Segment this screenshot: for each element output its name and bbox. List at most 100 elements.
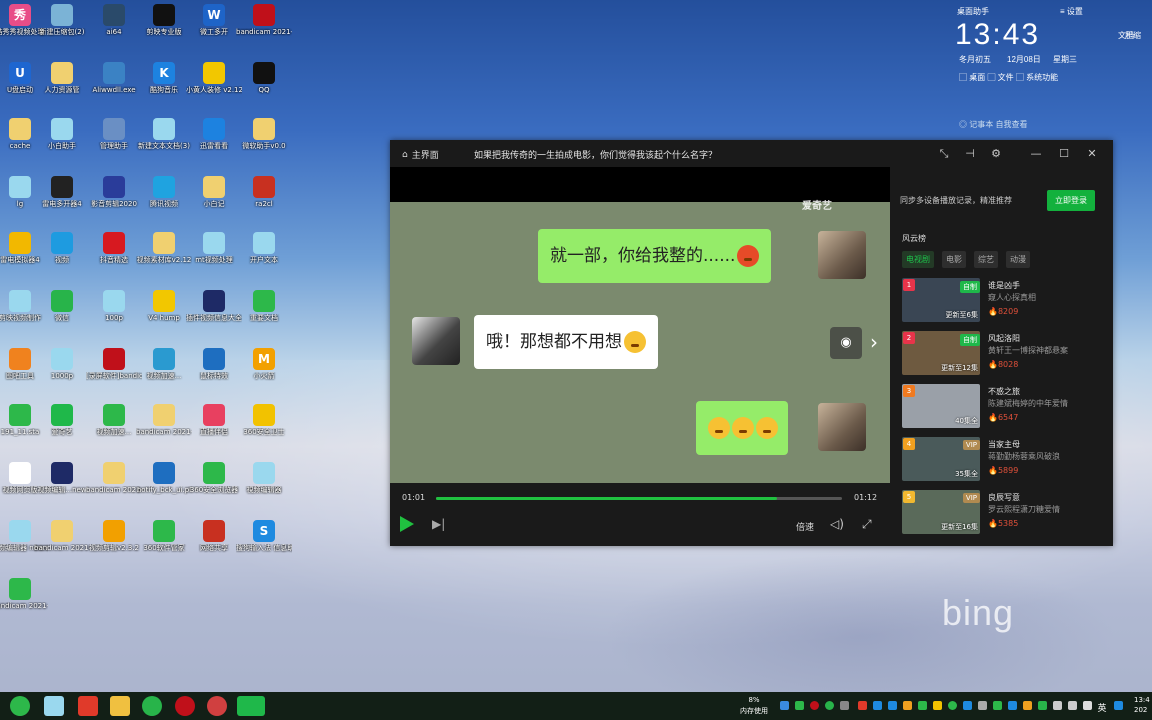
desktop-icon[interactable]: 新建文本文档(3) <box>136 118 192 151</box>
desktop-icon[interactable]: K 酷狗音乐 <box>136 62 192 95</box>
settings-gear-icon[interactable]: ⚙ <box>988 146 1004 162</box>
ranking-item[interactable]: 4 VIP 35集全 当家主母 蒋勤勤杨蓉乘风破浪 🔥5899 <box>902 437 1102 483</box>
desktop-icon[interactable]: ai64 <box>86 4 142 37</box>
tray-icon[interactable] <box>993 701 1002 710</box>
desktop-icon[interactable]: QQ <box>236 62 292 95</box>
speed-button[interactable]: 倍速 <box>796 520 814 533</box>
taskbar-notepad-icon[interactable] <box>44 696 64 716</box>
desktop-icon[interactable]: 重要文档 <box>236 290 292 323</box>
desktop-icon[interactable]: 雷电多开器4 <box>34 176 90 209</box>
desktop-icon[interactable]: 影音剪辑2020 <box>86 176 142 209</box>
desktop-icon[interactable]: 新建压缩包(2) <box>34 4 90 37</box>
desktop-icon[interactable]: 插件视频信息大全 <box>186 290 242 323</box>
tray-icon[interactable] <box>873 701 882 710</box>
taskbar-app-icon[interactable] <box>207 696 227 716</box>
desktop-icon[interactable]: 抖音精选 <box>86 232 142 265</box>
desktop-icon[interactable]: 迅雷看看 <box>186 118 242 151</box>
desktop-icon[interactable]: 视频加速... <box>136 348 192 381</box>
desktop-icon[interactable]: 微信 <box>34 290 90 323</box>
desktop-icon[interactable]: 管理助手 <box>86 118 142 151</box>
desktop-icon[interactable]: 360安全浏览器 <box>186 462 242 495</box>
ranking-item[interactable]: 5 VIP 更新至16集 良辰写意 罗云熙程潇刀糖爱情 🔥5385 <box>902 490 1102 536</box>
desktop-icon[interactable]: 1000p <box>34 348 90 381</box>
desktop-icon[interactable]: bandicam 2021-12-0... <box>86 462 142 495</box>
desktop-icon[interactable]: 360安全卫士 <box>236 404 292 437</box>
ranking-item[interactable]: 3 40集全 不惑之旅 陈建斌梅婷的中年爱情 🔥6547 <box>902 384 1102 430</box>
desktop-icon[interactable]: 网络共享 <box>186 520 242 553</box>
desktop-icon[interactable]: V4 hump <box>136 290 192 323</box>
desktop-icon[interactable]: M 小火箭 <box>236 348 292 381</box>
tray-icon[interactable] <box>858 701 867 710</box>
volume-icon[interactable]: ◁) <box>830 517 844 531</box>
desktop-icon[interactable]: [录屏软件]bandicam <box>86 348 142 381</box>
tray-icon[interactable] <box>888 701 897 710</box>
tray-icon[interactable] <box>918 701 927 710</box>
tray-icon[interactable] <box>795 701 804 710</box>
chevron-right-icon[interactable]: › <box>870 330 878 354</box>
screenshot-camera-icon[interactable]: ◉ <box>830 327 862 359</box>
desktop-icon[interactable]: 视频 <box>34 232 90 265</box>
input-method-icon[interactable] <box>1114 701 1123 710</box>
widget-notes[interactable]: ◎ 记事本 自我查看 <box>959 119 1027 130</box>
tab-variety[interactable]: 综艺 <box>974 251 998 268</box>
tray-icon[interactable] <box>780 701 789 710</box>
desktop-icon[interactable]: bandicam 2021-12-0... <box>136 404 192 437</box>
maximize-icon[interactable]: ☐ <box>1056 146 1072 162</box>
network-icon[interactable] <box>1068 701 1077 710</box>
desktop-icon[interactable]: 小白助手 <box>34 118 90 151</box>
pin-icon[interactable]: ⊣ <box>962 146 978 162</box>
widget-links[interactable]: ▢ 桌面 ▢ 文件 ▢ 系统功能 <box>959 72 1058 83</box>
taskbar-tool-icon[interactable] <box>78 696 98 716</box>
desktop-icon[interactable]: bandicam 2021-12-0... <box>0 578 48 611</box>
desktop-icon[interactable]: 小白记 <box>186 176 242 209</box>
tray-icon[interactable] <box>1038 701 1047 710</box>
input-language[interactable]: 英 <box>1096 701 1108 714</box>
desktop-icon[interactable]: Aliwwdll.exe <box>86 62 142 95</box>
tray-icon[interactable] <box>810 701 819 710</box>
desktop-icon[interactable]: 视频加速... <box>86 404 142 437</box>
taskbar-bandicam-icon[interactable] <box>175 696 195 716</box>
speaker-icon[interactable] <box>840 701 849 710</box>
taskbar-folder-icon[interactable] <box>110 696 130 716</box>
login-button[interactable]: 立即登录 <box>1047 189 1095 211</box>
progress-bar[interactable] <box>436 497 842 500</box>
desktop-icon[interactable]: ra2cl <box>236 176 292 209</box>
ranking-item[interactable]: 2 自制 更新至12集 风起洛阳 黄轩王一博探神都悬案 🔥8028 <box>902 331 1102 377</box>
tray-icon[interactable] <box>948 701 957 710</box>
desktop-icon[interactable]: 视频编辑...new <box>34 462 90 495</box>
desktop-icon[interactable]: 开户文本 <box>236 232 292 265</box>
tab-movie[interactable]: 电影 <box>942 251 966 268</box>
start-button[interactable] <box>10 696 30 716</box>
desktop-icon[interactable]: 腾讯视频 <box>136 176 192 209</box>
desktop-icon[interactable]: 小黄人装修 v2.12 <box>186 62 242 95</box>
tray-icon[interactable] <box>825 701 834 710</box>
taskbar-wechat-icon[interactable] <box>142 696 162 716</box>
taskbar-date[interactable]: 202 <box>1134 706 1152 714</box>
home-button[interactable]: ⌂ 主界面 <box>402 148 439 162</box>
fullscreen-icon[interactable]: ⤢ <box>862 517 872 532</box>
tray-icon[interactable] <box>1008 701 1017 710</box>
next-episode-icon[interactable]: ▶| <box>432 517 445 531</box>
desktop-icon[interactable]: W 微工多开 <box>186 4 242 37</box>
tray-icon[interactable] <box>1053 701 1062 710</box>
microphone-icon[interactable] <box>1083 701 1092 710</box>
desktop-icon[interactable]: mt视频处理 <box>186 232 242 265</box>
desktop-icon[interactable]: 爱奇艺 <box>34 404 90 437</box>
tray-icon[interactable] <box>963 701 972 710</box>
desktop-icon[interactable]: notify_bck_ui.pl <box>136 462 192 495</box>
taskbar-iqiyi-icon[interactable] <box>237 696 265 716</box>
desktop-icon[interactable]: 直播伴侣 <box>186 404 242 437</box>
tray-icon[interactable] <box>978 701 987 710</box>
desktop-icon[interactable]: bandicam 2021-12-0... <box>34 520 90 553</box>
tray-icon[interactable] <box>903 701 912 710</box>
tray-icon[interactable] <box>1023 701 1032 710</box>
desktop-icon[interactable]: 100p <box>86 290 142 323</box>
desktop-icon[interactable]: 鼠标特效 <box>186 348 242 381</box>
video-area[interactable]: 爱奇艺 就一部，你给我整的...... 哦！那想都不用想 ◉ › <box>390 167 890 483</box>
tab-tv[interactable]: 电视剧 <box>902 251 934 268</box>
desktop-icon[interactable]: 360软件管家 <box>136 520 192 553</box>
desktop-icon[interactable]: 人力资源管 <box>34 62 90 95</box>
widget-menu[interactable]: ≡ 设置 <box>1060 6 1083 17</box>
taskbar-clock[interactable]: 13:4 <box>1134 696 1152 704</box>
desktop-icon[interactable]: 微软助手v0.0 <box>236 118 292 151</box>
